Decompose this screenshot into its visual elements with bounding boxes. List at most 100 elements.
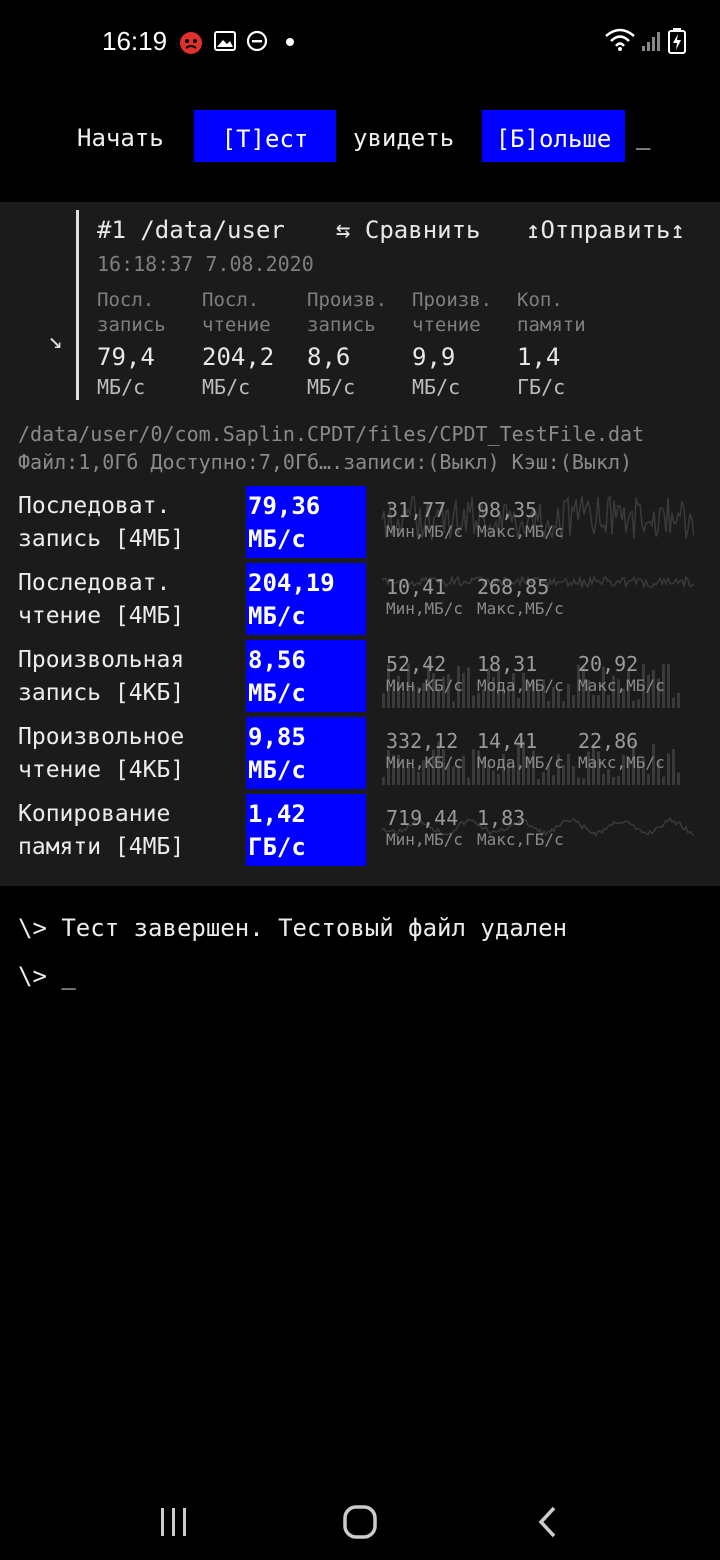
result-stat: 20,92 Макс,МБ/с bbox=[578, 652, 665, 696]
stat-label: Макс,МБ/с bbox=[477, 599, 564, 618]
result-value: 9,85 МБ/с bbox=[248, 721, 306, 787]
result-row-rand-write: Произвольная запись [4КБ] 8,56 МБ/с 52,4… bbox=[0, 640, 720, 712]
summary-value: 79,4 bbox=[97, 343, 155, 371]
summary-unit: МБ/с bbox=[202, 375, 251, 399]
stat-value: 10,41 bbox=[386, 575, 447, 599]
dnd-icon bbox=[246, 30, 268, 52]
result-label-line: запись [4МБ] bbox=[18, 526, 185, 552]
stat-value: 98,35 bbox=[477, 498, 538, 522]
summary-rand-write: Произв. запись 8,6 МБ/с bbox=[307, 288, 411, 402]
run-indicator bbox=[76, 210, 79, 400]
stat-value: 18,31 bbox=[477, 652, 538, 676]
result-label-line: Произвольная bbox=[18, 647, 185, 673]
result-value-unit: МБ/с bbox=[248, 602, 306, 630]
more-button[interactable]: [Б]ольше bbox=[482, 110, 625, 162]
stat-label: Мода,МБ/с bbox=[477, 753, 564, 772]
stat-label: Макс,МБ/с bbox=[578, 676, 665, 695]
home-icon[interactable] bbox=[342, 1504, 378, 1544]
expand-arrow-icon[interactable]: ↘ bbox=[48, 326, 62, 354]
summary-label: запись bbox=[97, 314, 166, 336]
back-icon[interactable] bbox=[534, 1504, 562, 1544]
test-file-info: Файл:1,0Гб Доступно:7,0Гб….записи:(Выкл)… bbox=[18, 450, 633, 474]
result-value-unit: МБ/с bbox=[248, 756, 306, 784]
result-value-unit: МБ/с bbox=[248, 525, 306, 553]
result-label-line: чтение [4МБ] bbox=[18, 603, 185, 629]
stat-label: Макс,МБ/с bbox=[578, 753, 665, 772]
battery-charging-icon bbox=[668, 28, 686, 54]
summary-seq-read: Посл. чтение 204,2 МБ/с bbox=[202, 288, 306, 402]
result-label: Копирование памяти [4МБ] bbox=[18, 798, 184, 864]
summary-value: 1,4 bbox=[517, 343, 561, 371]
stat-value: 31,77 bbox=[386, 498, 447, 522]
send-button[interactable]: ↥Отправить↥ bbox=[526, 216, 685, 244]
result-label-line: Последоват. bbox=[18, 493, 171, 519]
gallery-icon bbox=[214, 30, 236, 52]
compare-button[interactable]: ⇆ Сравнить bbox=[336, 216, 481, 244]
result-value-box: 9,85 МБ/с bbox=[246, 717, 366, 789]
stat-value: 719,44 bbox=[386, 806, 459, 830]
stat-label: Мин,МБ/с bbox=[386, 522, 464, 541]
stat-value: 1,83 bbox=[477, 806, 526, 830]
result-value-number: 8,56 bbox=[248, 646, 306, 674]
stat-value: 52,42 bbox=[386, 652, 447, 676]
result-label-line: Копирование bbox=[18, 801, 171, 827]
result-value: 1,42 ГБ/с bbox=[248, 798, 306, 864]
result-value-number: 9,85 bbox=[248, 723, 306, 751]
console-prompt[interactable]: \> _ bbox=[18, 962, 76, 990]
command-header: Начать [Т]ест увидеть [Б]ольше _ bbox=[0, 108, 720, 168]
summary-label: Произв. bbox=[412, 289, 493, 311]
stat-value: 332,12 bbox=[386, 729, 459, 753]
result-stat: 332,12 Мин,КБ/с bbox=[386, 729, 463, 773]
notification-app-icon bbox=[178, 29, 204, 55]
result-value-box: 204,19 МБ/с bbox=[246, 563, 366, 635]
header-cursor: _ bbox=[636, 122, 651, 150]
test-file-path: /data/user/0/com.Saplin.CPDT/files/CPDT_… bbox=[18, 422, 645, 446]
stat-value: 268,85 bbox=[477, 575, 550, 599]
stat-label: Мода,МБ/с bbox=[477, 676, 564, 695]
result-label-line: памяти [4МБ] bbox=[18, 834, 185, 860]
result-value: 204,19 МБ/с bbox=[248, 567, 335, 633]
run-title[interactable]: #1 /data/user bbox=[97, 216, 285, 244]
stat-label: Мин,КБ/с bbox=[386, 676, 464, 695]
result-stat: 10,41 Мин,МБ/с bbox=[386, 575, 463, 619]
summary-label: чтение bbox=[202, 314, 271, 336]
dot-icon bbox=[285, 37, 295, 47]
summary-value: 9,9 bbox=[412, 343, 456, 371]
summary-label: Посл. bbox=[202, 289, 260, 311]
recents-icon[interactable] bbox=[156, 1506, 192, 1542]
results-panel: ↘ #1 /data/user ⇆ Сравнить ↥Отправить↥ 1… bbox=[0, 202, 720, 886]
navigation-bar bbox=[0, 1490, 720, 1560]
result-row-mem-copy: Копирование памяти [4МБ] 1,42 ГБ/с 719,4… bbox=[0, 794, 720, 866]
see-label: увидеть bbox=[353, 124, 455, 152]
result-stat: 98,35 Макс,МБ/с bbox=[477, 498, 564, 542]
result-label-line: Произвольное bbox=[18, 724, 185, 750]
result-label-line: Последоват. bbox=[18, 570, 171, 596]
result-label-line: чтение [4КБ] bbox=[18, 757, 185, 783]
status-time: 16:19 bbox=[102, 26, 168, 56]
test-button[interactable]: [Т]ест bbox=[194, 110, 336, 162]
summary-label: Посл. bbox=[97, 289, 155, 311]
signal-icon bbox=[640, 30, 662, 52]
summary-label: запись bbox=[307, 314, 376, 336]
summary-unit: ГБ/с bbox=[517, 375, 566, 399]
summary-label: Произв. bbox=[307, 289, 388, 311]
result-label: Последоват. запись [4МБ] bbox=[18, 490, 184, 556]
summary-rand-read: Произв. чтение 9,9 МБ/с bbox=[412, 288, 516, 402]
result-value-box: 1,42 ГБ/с bbox=[246, 794, 366, 866]
stat-value: 22,86 bbox=[578, 729, 639, 753]
summary-value: 204,2 bbox=[202, 343, 275, 371]
start-label: Начать bbox=[77, 124, 164, 152]
result-stat: 1,83 Макс,ГБ/с bbox=[477, 806, 564, 850]
summary-mem-copy: Коп. памяти 1,4 ГБ/с bbox=[517, 288, 621, 402]
result-value-number: 79,36 bbox=[248, 492, 321, 520]
stat-label: Мин,КБ/с bbox=[386, 753, 464, 772]
summary-value: 8,6 bbox=[307, 343, 351, 371]
summary-unit: МБ/с bbox=[97, 375, 146, 399]
result-row-rand-read: Произвольное чтение [4КБ] 9,85 МБ/с 332,… bbox=[0, 717, 720, 789]
result-label: Произвольное чтение [4КБ] bbox=[18, 721, 184, 787]
result-stat: 719,44 Мин,МБ/с bbox=[386, 806, 463, 850]
run-timestamp: 16:18:37 7.08.2020 bbox=[97, 252, 314, 276]
stat-value: 20,92 bbox=[578, 652, 639, 676]
result-stat: 14,41 Мода,МБ/с bbox=[477, 729, 564, 773]
result-value-number: 1,42 bbox=[248, 800, 306, 828]
